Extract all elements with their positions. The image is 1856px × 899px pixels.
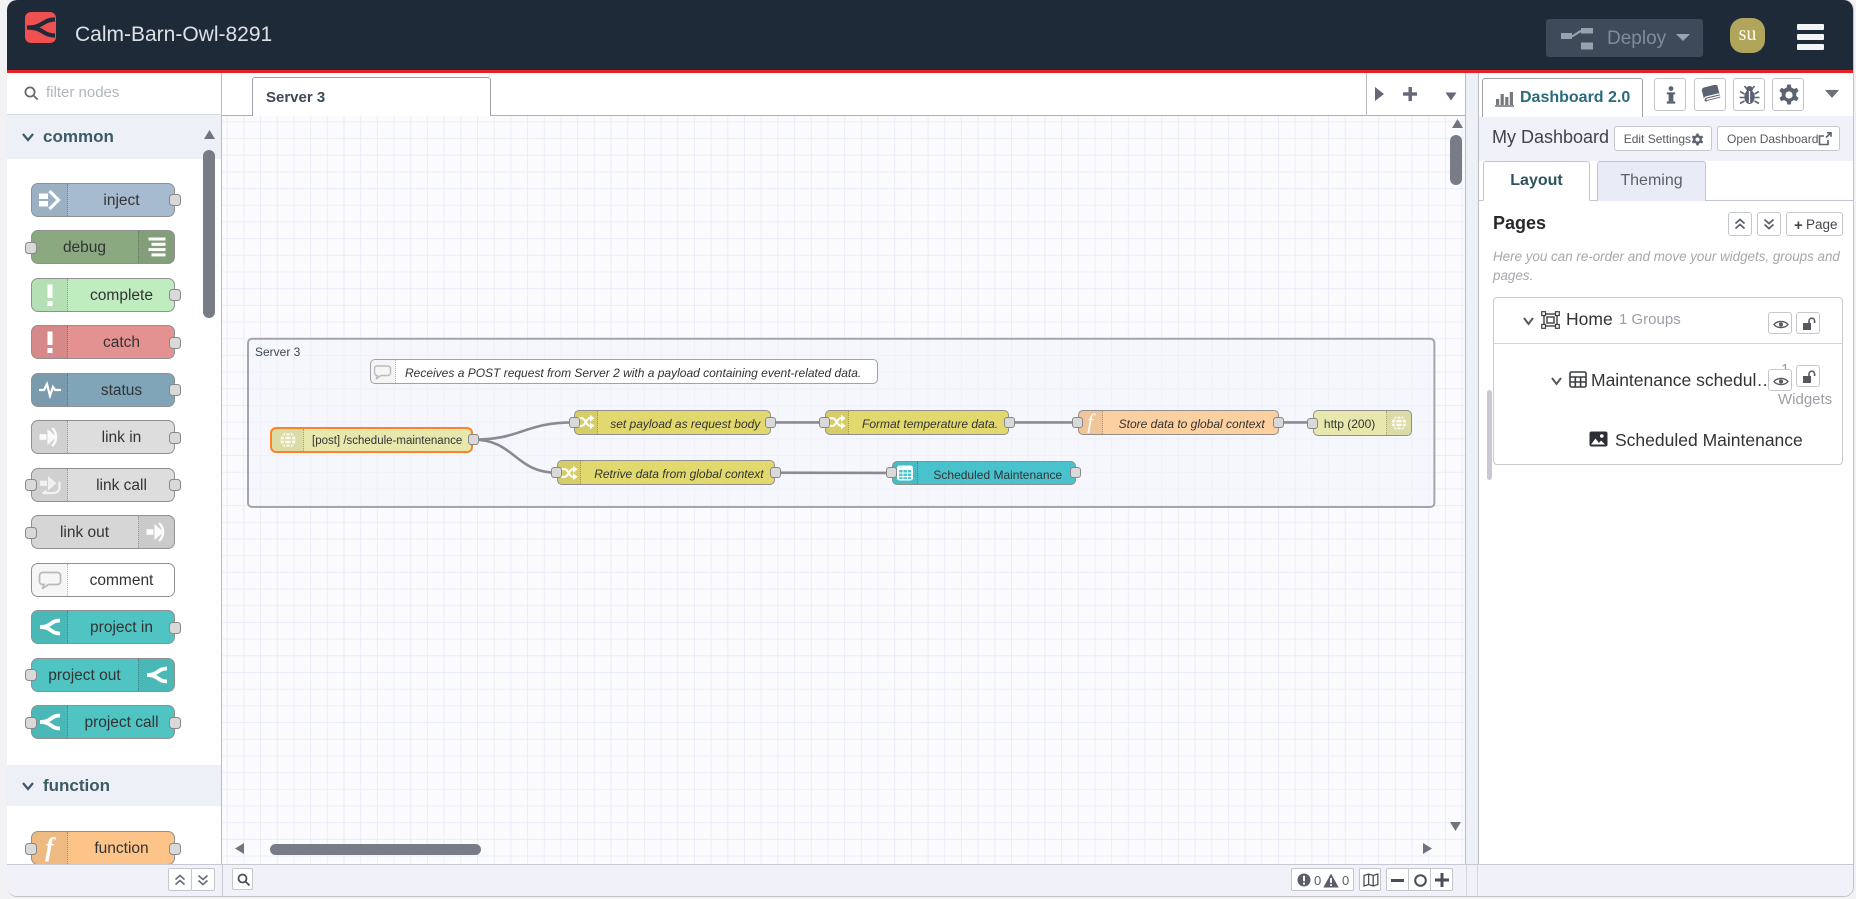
svg-text:Server 3: Server 3	[255, 345, 301, 359]
